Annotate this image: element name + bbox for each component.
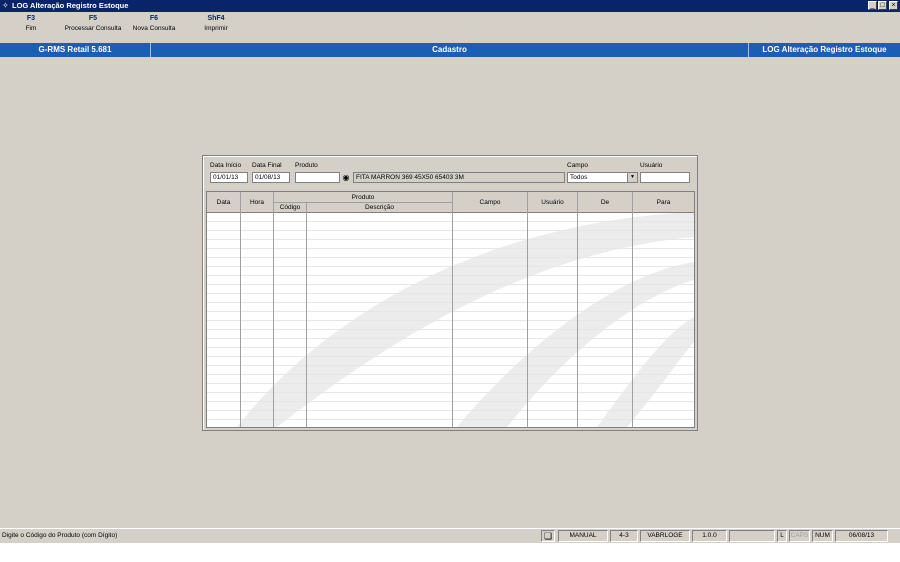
column-divider (240, 192, 241, 427)
data-final-label: Data Final (252, 162, 282, 169)
column-header-de: De (600, 199, 610, 206)
banner-module: Cadastro (432, 45, 467, 54)
header-divider (274, 202, 452, 203)
produto-description-field: FITA MARRON 369 45X50 65403 3M (353, 172, 565, 183)
fkey-processar-consulta[interactable]: F5 Processar Consulta (62, 15, 124, 32)
clipboard-icon[interactable]: ❏ (541, 530, 555, 542)
data-final-input[interactable]: 01/08/13 (252, 172, 290, 183)
fkey-label: Processar Consulta (64, 25, 122, 32)
fkey-nova-consulta[interactable]: F6 Nova Consulta (131, 15, 177, 32)
table-row[interactable] (207, 284, 694, 285)
banner-product-version: G-RMS Retail 5.681 (38, 45, 112, 54)
data-inicio-label: Data Início (210, 162, 242, 169)
column-header-data: Data (216, 199, 231, 206)
status-mode: MANUAL (558, 530, 608, 542)
table-row[interactable] (207, 266, 694, 267)
table-row[interactable] (207, 356, 694, 357)
minimize-button[interactable]: _ (868, 1, 877, 10)
close-button[interactable]: × (889, 1, 898, 10)
table-row[interactable] (207, 248, 694, 249)
produto-code-input[interactable] (295, 172, 340, 183)
chevron-down-icon[interactable]: ▼ (627, 173, 637, 182)
taskbar-area (0, 543, 900, 562)
table-row[interactable] (207, 401, 694, 402)
column-divider (452, 192, 453, 427)
table-row[interactable] (207, 365, 694, 366)
status-code: 4-3 (610, 530, 638, 542)
table-row[interactable] (207, 374, 694, 375)
log-table[interactable]: Data Hora Produto Código Descrição Campo… (206, 191, 695, 428)
status-version: 1.0.0 (692, 530, 727, 542)
function-key-bar: F3 Fim F5 Processar Consulta F6 Nova Con… (0, 12, 900, 42)
campo-label: Campo (567, 162, 588, 169)
binoculars-search-icon[interactable]: ◉ (341, 172, 351, 183)
table-row[interactable] (207, 320, 694, 321)
query-panel: Data Início 01/01/13 Data Final 01/08/13… (202, 155, 698, 431)
status-user: VABRLOGE (640, 530, 690, 542)
column-header-campo: Campo (479, 199, 501, 206)
produto-label: Produto (295, 162, 318, 169)
status-num-indicator: NUM (812, 530, 833, 542)
table-row[interactable] (207, 302, 694, 303)
table-row[interactable] (207, 293, 694, 294)
title-bar: ✧ LOG Alteração Registro Estoque _ □ × (0, 0, 900, 12)
table-header: Data Hora Produto Código Descrição Campo… (207, 192, 694, 213)
column-divider (577, 192, 578, 427)
table-row[interactable] (207, 230, 694, 231)
table-row[interactable] (207, 383, 694, 384)
banner-screen-name: LOG Alteração Registro Estoque (762, 45, 887, 54)
column-divider (632, 192, 633, 427)
table-row[interactable] (207, 329, 694, 330)
data-inicio-input[interactable]: 01/01/13 (210, 172, 248, 183)
column-header-hora: Hora (249, 199, 265, 206)
status-bar: Digite o Código do Produto (com Dígito) … (0, 528, 900, 543)
table-row[interactable] (207, 392, 694, 393)
fkey-key: F6 (149, 15, 159, 22)
fkey-key: F3 (26, 15, 36, 22)
table-row[interactable] (207, 347, 694, 348)
column-header-para: Para (656, 199, 671, 206)
column-divider (527, 192, 528, 427)
table-row[interactable] (207, 410, 694, 411)
column-header-produto: Produto (351, 194, 375, 201)
fkey-label: Imprimir (204, 25, 228, 32)
fkey-label: Nova Consulta (132, 25, 176, 32)
table-row[interactable] (207, 338, 694, 339)
module-banner: G-RMS Retail 5.681 Cadastro LOG Alteraçã… (0, 43, 900, 57)
usuario-label: Usuário (640, 162, 663, 169)
fkey-key: F5 (88, 15, 98, 22)
table-row[interactable] (207, 419, 694, 420)
table-row[interactable] (207, 257, 694, 258)
status-l-indicator: L (777, 530, 787, 542)
fkey-imprimir[interactable]: ShF4 Imprimir (200, 15, 232, 32)
window-title: LOG Alteração Registro Estoque (12, 1, 129, 10)
table-row[interactable] (207, 221, 694, 222)
column-header-usuario: Usuário (541, 199, 564, 206)
status-date: 06/08/13 (835, 530, 888, 542)
fkey-key: ShF4 (207, 15, 225, 22)
status-caps-indicator: CAPS (789, 530, 810, 542)
usuario-input[interactable] (640, 172, 690, 183)
campo-select[interactable]: Todos ▼ (567, 172, 638, 183)
status-empty-panel (729, 530, 775, 542)
fkey-fim[interactable]: F3 Fim (20, 15, 42, 32)
fkey-label: Fim (25, 25, 37, 32)
campo-selected-value: Todos (570, 174, 588, 181)
column-divider (273, 192, 274, 427)
table-row[interactable] (207, 239, 694, 240)
restore-button[interactable]: □ (878, 1, 887, 10)
column-divider (306, 202, 307, 427)
column-header-codigo: Código (279, 204, 301, 211)
table-row[interactable] (207, 275, 694, 276)
table-row[interactable] (207, 311, 694, 312)
app-icon: ✧ (2, 1, 9, 10)
column-header-descricao: Descrição (365, 204, 394, 211)
status-message: Digite o Código do Produto (com Dígito) (2, 532, 118, 539)
